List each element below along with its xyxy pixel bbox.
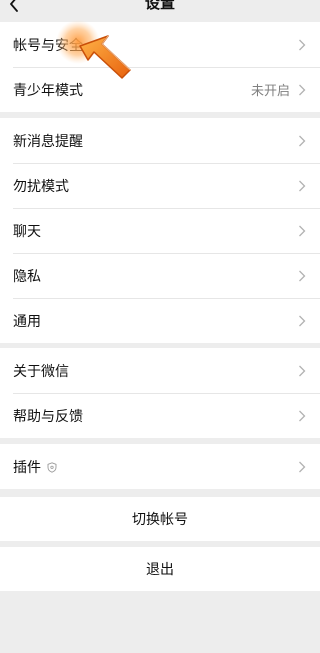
switch-account-label: 切换帐号	[132, 512, 188, 528]
chevron-right-icon	[299, 84, 306, 95]
teen-mode-status: 未开启	[250, 84, 290, 99]
settings-group-plugins: 插件	[0, 444, 320, 489]
settings-item-label: 勿扰模式	[13, 178, 69, 195]
chevron-right-icon	[299, 410, 306, 421]
settings-group-general: 新消息提醒 勿扰模式 聊天 隐私 通用	[0, 118, 320, 343]
shield-icon	[47, 462, 57, 473]
chevron-right-icon	[299, 135, 306, 146]
chevron-right-icon	[299, 270, 306, 281]
settings-item-label: 新消息提醒	[13, 133, 83, 150]
settings-item-chat[interactable]: 聊天	[0, 208, 320, 253]
settings-item-label: 青少年模式	[13, 82, 83, 99]
chevron-right-icon	[299, 180, 306, 191]
logout-label: 退出	[146, 562, 174, 578]
switch-account-button[interactable]: 切换帐号	[0, 497, 320, 541]
chevron-right-icon	[299, 461, 306, 472]
logout-button[interactable]: 退出	[0, 547, 320, 591]
settings-item-help-feedback[interactable]: 帮助与反馈	[0, 393, 320, 438]
settings-item-label: 隐私	[13, 268, 41, 285]
settings-item-plugins[interactable]: 插件	[0, 444, 320, 489]
chevron-right-icon	[299, 39, 306, 50]
settings-item-label: 插件	[13, 457, 298, 477]
nav-bar: 设置	[0, 0, 320, 22]
page-title: 设置	[144, 0, 175, 12]
settings-item-label: 关于微信	[13, 363, 69, 380]
settings-group-account: 帐号与安全 青少年模式 未开启	[0, 22, 320, 112]
settings-item-label: 帮助与反馈	[13, 408, 83, 425]
plugins-label: 插件	[13, 459, 41, 476]
chevron-right-icon	[299, 225, 306, 236]
settings-item-label: 帐号与安全	[13, 37, 83, 54]
settings-item-privacy[interactable]: 隐私	[0, 253, 320, 298]
settings-item-do-not-disturb[interactable]: 勿扰模式	[0, 163, 320, 208]
settings-group-about: 关于微信 帮助与反馈	[0, 348, 320, 438]
settings-item-label: 聊天	[13, 223, 41, 240]
chevron-right-icon	[299, 315, 306, 326]
settings-item-teen-mode[interactable]: 青少年模式 未开启	[0, 67, 320, 112]
settings-item-notifications[interactable]: 新消息提醒	[0, 118, 320, 163]
settings-item-account-security[interactable]: 帐号与安全	[0, 22, 320, 67]
settings-item-about-wechat[interactable]: 关于微信	[0, 348, 320, 393]
settings-item-general[interactable]: 通用	[0, 298, 320, 343]
settings-item-label: 通用	[13, 313, 41, 330]
chevron-right-icon	[299, 365, 306, 376]
